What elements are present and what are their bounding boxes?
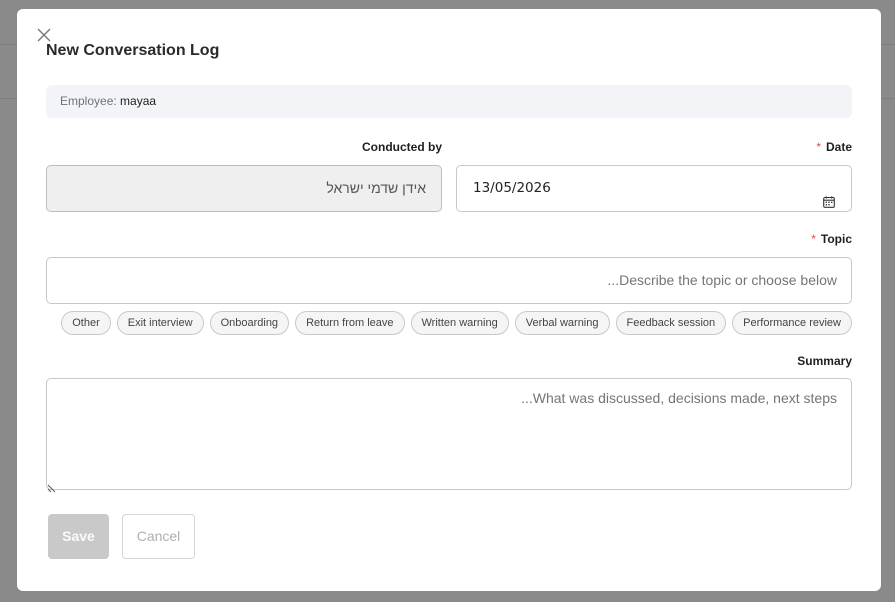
topic-chip-onboarding[interactable]: Onboarding	[209, 311, 290, 335]
date-value: 13/05/2026	[473, 180, 551, 196]
topic-input[interactable]: ...Describe the topic or choose below	[46, 257, 852, 304]
conducted-by-label: Conducted by	[362, 140, 442, 154]
required-marker: *	[816, 140, 821, 154]
topic-chip-written-warning[interactable]: Written warning	[410, 311, 509, 335]
conducted-by-field: אידן שדמי ישראל	[46, 165, 442, 212]
required-marker: *	[811, 232, 816, 246]
dialog-title: New Conversation Log	[46, 42, 220, 59]
topic-chip-exit-interview[interactable]: Exit interview	[116, 311, 204, 335]
employee-name: mayaa	[120, 94, 157, 108]
employee-info: Employee: mayaa	[46, 85, 852, 118]
topic-chip-other[interactable]: Other	[61, 311, 111, 335]
summary-placeholder: ...What was discussed, decisions made, n…	[521, 390, 837, 406]
topic-label: * Topic	[811, 232, 852, 246]
conversation-log-dialog: New Conversation Log Employee: mayaa Con…	[17, 9, 881, 591]
topic-chip-return-from-leave[interactable]: Return from leave	[295, 311, 405, 335]
resize-handle[interactable]	[47, 479, 57, 493]
topic-chip-performance-review[interactable]: Performance review	[732, 311, 852, 335]
save-button[interactable]: Save	[48, 514, 109, 559]
topic-suggestions: Performance review Feedback session Verb…	[54, 311, 852, 335]
date-input[interactable]: 13/05/2026	[456, 165, 852, 212]
employee-label: Employee:	[60, 94, 117, 108]
cancel-button[interactable]: Cancel	[122, 514, 195, 559]
calendar-icon[interactable]	[823, 182, 835, 208]
summary-label: Summary	[797, 354, 852, 368]
date-label: * Date	[816, 140, 852, 154]
close-icon[interactable]	[36, 27, 52, 43]
topic-chip-feedback-session[interactable]: Feedback session	[615, 311, 727, 335]
summary-textarea[interactable]: ...What was discussed, decisions made, n…	[46, 378, 852, 493]
topic-chip-verbal-warning[interactable]: Verbal warning	[514, 311, 610, 335]
